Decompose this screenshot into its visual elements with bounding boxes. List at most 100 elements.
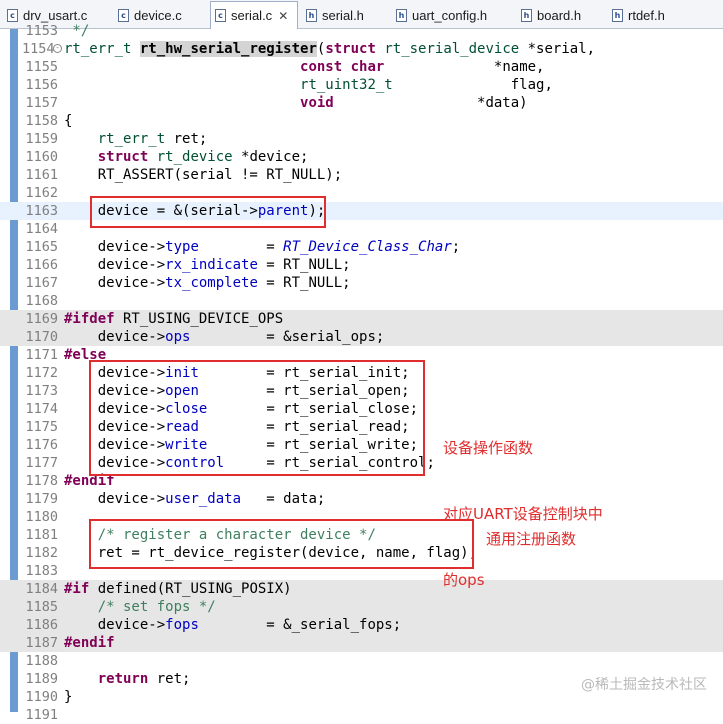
- tab-label: device.c: [134, 7, 182, 23]
- line-number: 1181: [25, 527, 58, 543]
- code-token: rt_err_t: [97, 131, 166, 147]
- code-token: {: [64, 113, 73, 129]
- line-number: 1179: [25, 491, 58, 507]
- code-token: rt_uint32_t: [300, 77, 393, 93]
- line-number: 1170: [25, 329, 58, 345]
- line-number: 1169: [25, 311, 58, 327]
- code-token: rt_serial_device: [384, 41, 520, 57]
- code-token: type: [165, 239, 199, 255]
- code-token: rt_device: [156, 149, 233, 165]
- code-token: struct: [325, 41, 376, 57]
- line-number: 1157: [25, 95, 58, 111]
- code-text: rt_err_t rt_hw_serial_register(struct rt…: [64, 40, 595, 58]
- code-token: ops: [165, 329, 191, 345]
- line-number: 1158: [25, 113, 58, 129]
- tab-label: drv_usart.c: [23, 7, 88, 23]
- code-token: device->: [64, 329, 166, 345]
- line-number: 1189: [25, 671, 58, 687]
- c-file-icon: c: [118, 8, 129, 22]
- code-line[interactable]: 1185 /* set fops */: [0, 598, 723, 616]
- code-line[interactable]: 1170 device->ops = &serial_ops;: [0, 328, 723, 346]
- code-token: = RT_NULL;: [257, 275, 351, 291]
- line-number: 1184: [25, 581, 58, 597]
- code-token: RT_ASSERT(serial != RT_NULL);: [64, 167, 343, 183]
- code-token: ret;: [148, 671, 191, 687]
- line-number: 1160: [25, 149, 58, 165]
- line-number: 1163: [25, 203, 58, 219]
- ops-annotation-line3: 的ops: [443, 571, 485, 589]
- code-token: user_data: [165, 491, 242, 507]
- ops-annotation-line1: 设备操作函数: [443, 439, 534, 457]
- line-number: 1161: [25, 167, 58, 183]
- register-annotation: 通用注册函数: [486, 530, 577, 548]
- line-number: 1165: [25, 239, 58, 255]
- code-line[interactable]: 1156 rt_uint32_t flag,: [0, 76, 723, 94]
- code-line[interactable]: 1187 #endif: [0, 634, 723, 652]
- code-text: rt_uint32_t flag,: [64, 76, 553, 94]
- line-number: 1188: [25, 653, 58, 669]
- code-token: return: [97, 671, 149, 687]
- code-text: /* set fops */: [64, 598, 216, 616]
- code-line[interactable]: 1160 struct rt_device *device;: [0, 148, 723, 166]
- code-token: }: [64, 689, 73, 705]
- code-text: #if defined(RT_USING_POSIX): [64, 580, 292, 598]
- code-line[interactable]: 1179 device->user_data = data;: [0, 490, 723, 508]
- code-line[interactable]: 1155 const char *name,: [0, 58, 723, 76]
- code-text: device->type = RT_Device_Class_Char;: [64, 238, 460, 256]
- code-line[interactable]: 1166 device->rx_indicate = RT_NULL;: [0, 256, 723, 274]
- code-line[interactable]: 1186 device->fops = &_serial_fops;: [0, 616, 723, 634]
- line-number: 1171: [25, 347, 58, 363]
- code-token: defined(RT_USING_POSIX): [89, 581, 292, 597]
- fold-collapse-icon[interactable]: -: [53, 44, 62, 53]
- line-number: 1180: [25, 509, 58, 525]
- line-number: 1172: [25, 365, 58, 381]
- line-number: 1162: [25, 185, 58, 201]
- code-text: device->user_data = data;: [64, 490, 326, 508]
- code-token: device->: [64, 257, 166, 273]
- code-text: void *data): [64, 94, 528, 112]
- code-line[interactable]: 1157 void *data): [0, 94, 723, 112]
- code-text: #ifdef RT_USING_DEVICE_OPS: [64, 310, 283, 328]
- code-line[interactable]: 1165 device->type = RT_Device_Class_Char…: [0, 238, 723, 256]
- highlight-box-ops: [89, 360, 425, 476]
- ops-annotation-line2: 对应UART设备控制块中: [443, 505, 603, 523]
- code-line[interactable]: 1184 #if defined(RT_USING_POSIX): [0, 580, 723, 598]
- code-line[interactable]: 1159 rt_err_t ret;: [0, 130, 723, 148]
- code-token: fops: [165, 617, 199, 633]
- code-token: *name,: [384, 59, 545, 75]
- code-line[interactable]: 1153 */: [0, 22, 723, 40]
- tab-label: board.h: [537, 7, 582, 23]
- line-number: 1186: [25, 617, 58, 633]
- code-line[interactable]: 1169 #ifdef RT_USING_DEVICE_OPS: [0, 310, 723, 328]
- code-token: #if: [64, 581, 90, 597]
- line-number: 1177: [25, 455, 58, 471]
- code-token: device->: [64, 239, 166, 255]
- highlight-box-register: [89, 519, 474, 569]
- code-text: struct rt_device *device;: [64, 148, 309, 166]
- code-line[interactable]: 1168: [0, 292, 723, 310]
- tab-label: rtdef.h: [628, 7, 665, 23]
- line-number: 1183: [25, 563, 58, 579]
- c-file-icon: c: [215, 9, 226, 22]
- code-line[interactable]: 1161 RT_ASSERT(serial != RT_NULL);: [0, 166, 723, 184]
- code-line[interactable]: 1154- rt_err_t rt_hw_serial_register(stru…: [0, 40, 723, 58]
- code-line[interactable]: 1158 {: [0, 112, 723, 130]
- code-text: return ret;: [64, 670, 191, 688]
- code-token: = &serial_ops;: [190, 329, 385, 345]
- close-icon[interactable]: ✕: [278, 9, 288, 23]
- code-line[interactable]: 1188: [0, 652, 723, 670]
- h-file-icon: h: [521, 8, 532, 22]
- code-line[interactable]: 1191: [0, 706, 723, 724]
- ops-annotation: 设备操作函数 对应UART设备控制块中 的ops: [443, 393, 603, 613]
- watermark: @稀土掘金技术社区: [581, 677, 707, 693]
- code-token: = data;: [241, 491, 326, 507]
- code-token: = RT_NULL;: [257, 257, 351, 273]
- code-token: rt_err_t: [64, 41, 132, 57]
- code-token: device->: [64, 275, 166, 291]
- code-line[interactable]: 1167 device->tx_complete = RT_NULL;: [0, 274, 723, 292]
